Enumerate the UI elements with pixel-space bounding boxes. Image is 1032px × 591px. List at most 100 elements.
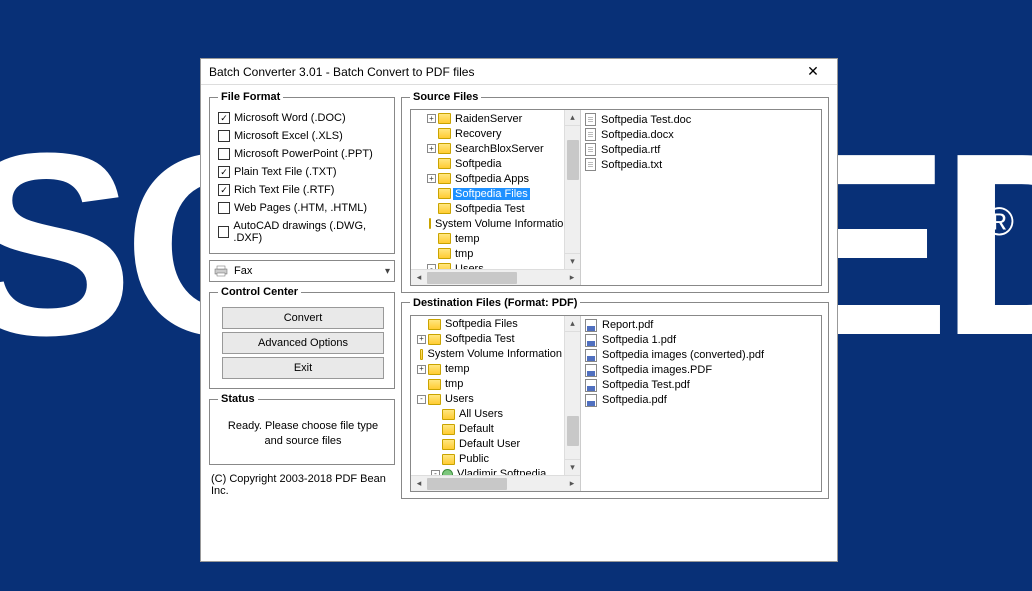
file-format-option[interactable]: ✓Plain Text File (.TXT) [218, 163, 388, 181]
tree-item[interactable]: Recovery [411, 126, 564, 141]
file-item[interactable]: Softpedia images (converted).pdf [585, 348, 817, 363]
scroll-down-icon[interactable]: ▾ [565, 253, 580, 269]
scrollbar-horizontal[interactable]: ◂ ▸ [411, 475, 580, 491]
tree-item-label: Default User [457, 438, 522, 450]
scrollbar-vertical[interactable]: ▴ ▾ [564, 316, 580, 475]
scrollbar-thumb[interactable] [567, 416, 579, 446]
checkbox[interactable]: ✓ [218, 184, 230, 196]
tree-item[interactable]: Softpedia Files [411, 317, 564, 332]
document-icon [585, 113, 596, 126]
destination-file-list[interactable]: Report.pdfSoftpedia 1.pdfSoftpedia image… [581, 316, 821, 491]
tree-item[interactable]: tmp [411, 246, 564, 261]
scrollbar-vertical[interactable]: ▴ ▾ [564, 110, 580, 269]
scroll-up-icon[interactable]: ▴ [565, 316, 580, 332]
checkbox[interactable]: ✓ [218, 166, 230, 178]
pdf-icon [585, 364, 597, 377]
file-item[interactable]: Softpedia 1.pdf [585, 333, 817, 348]
tree-item-label: SearchBloxServer [453, 143, 546, 155]
expand-icon[interactable]: + [417, 365, 426, 374]
tree-item[interactable]: -Vladimir Softpedia [411, 467, 564, 475]
file-name: Softpedia Test.doc [601, 114, 691, 126]
scrollbar-horizontal[interactable]: ◂ ▸ [411, 269, 580, 285]
checkbox[interactable]: ✓ [218, 112, 230, 124]
folder-icon [438, 233, 451, 244]
scrollbar-thumb[interactable] [427, 272, 517, 284]
tree-item[interactable]: -Users [411, 261, 564, 269]
printer-combo[interactable]: Fax ▾ [209, 260, 395, 282]
file-item[interactable]: Softpedia images.PDF [585, 363, 817, 378]
checkbox[interactable] [218, 202, 230, 214]
control-center-legend: Control Center [218, 286, 301, 298]
expand-icon[interactable]: + [427, 174, 436, 183]
tree-item[interactable]: Softpedia Files [411, 186, 564, 201]
tree-item[interactable]: temp [411, 231, 564, 246]
tree-item[interactable]: System Volume Information [411, 347, 564, 362]
tree-item[interactable]: All Users [411, 407, 564, 422]
scroll-down-icon[interactable]: ▾ [565, 459, 580, 475]
tree-item[interactable]: +Softpedia Test [411, 332, 564, 347]
file-name: Softpedia.pdf [602, 394, 667, 406]
scroll-left-icon[interactable]: ◂ [411, 476, 427, 491]
scrollbar-thumb[interactable] [567, 140, 579, 180]
tree-item[interactable]: +temp [411, 362, 564, 377]
tree-item-label: temp [453, 233, 481, 245]
tree-item[interactable]: +RaidenServer [411, 111, 564, 126]
folder-icon [438, 143, 451, 154]
status-group: Status Ready. Please choose file type an… [209, 393, 395, 465]
tree-item[interactable]: + SearchBloxServer [411, 141, 564, 156]
file-format-option[interactable]: Microsoft PowerPoint (.PPT) [218, 145, 388, 163]
tree-item[interactable]: tmp [411, 377, 564, 392]
checkbox[interactable] [218, 226, 229, 238]
file-item[interactable]: Softpedia.pdf [585, 393, 817, 408]
window-title: Batch Converter 3.01 - Batch Convert to … [209, 65, 797, 79]
advanced-options-button[interactable]: Advanced Options [222, 332, 384, 354]
checkbox[interactable] [218, 148, 230, 160]
tree-item[interactable]: Softpedia Test [411, 201, 564, 216]
titlebar[interactable]: Batch Converter 3.01 - Batch Convert to … [201, 59, 837, 85]
file-item[interactable]: Softpedia Test.pdf [585, 378, 817, 393]
tree-item[interactable]: Softpedia [411, 156, 564, 171]
checkbox[interactable] [218, 130, 230, 142]
file-format-option[interactable]: Web Pages (.HTM, .HTML) [218, 199, 388, 217]
expand-icon[interactable]: + [417, 335, 426, 344]
scroll-up-icon[interactable]: ▴ [565, 110, 580, 126]
tree-item[interactable]: Public [411, 452, 564, 467]
tree-item[interactable]: +Softpedia Apps [411, 171, 564, 186]
tree-item-label: Softpedia Files [453, 188, 530, 200]
close-icon[interactable]: ✕ [797, 62, 829, 82]
tree-item[interactable]: -Users [411, 392, 564, 407]
file-format-label: Web Pages (.HTM, .HTML) [234, 202, 367, 214]
status-legend: Status [218, 393, 258, 405]
file-item[interactable]: Report.pdf [585, 318, 817, 333]
file-item[interactable]: Softpedia Test.doc [585, 112, 817, 127]
source-tree-pane[interactable]: +RaidenServerRecovery+SearchBloxServerSo… [411, 110, 581, 285]
expand-icon[interactable]: + [427, 114, 436, 123]
scrollbar-thumb[interactable] [427, 478, 507, 490]
file-format-option[interactable]: ✓Microsoft Word (.DOC) [218, 109, 388, 127]
file-format-option[interactable]: ✓ Rich Text File (.RTF) [218, 181, 388, 199]
scroll-right-icon[interactable]: ▸ [564, 476, 580, 491]
file-item[interactable]: Softpedia.rtf [585, 142, 817, 157]
convert-button[interactable]: Convert [222, 307, 384, 329]
folder-icon [428, 334, 441, 345]
file-format-option[interactable]: Microsoft Excel (.XLS) [218, 127, 388, 145]
source-file-list[interactable]: Softpedia Test.docSoftpedia.docxSoftpedi… [581, 110, 821, 285]
tree-item-label: System Volume Information [433, 218, 564, 230]
scroll-left-icon[interactable]: ◂ [411, 270, 427, 285]
folder-icon [438, 113, 451, 124]
collapse-icon[interactable]: - [417, 395, 426, 404]
folder-icon [428, 364, 441, 375]
tree-item[interactable]: Default [411, 422, 564, 437]
pdf-icon [585, 379, 597, 392]
exit-button[interactable]: Exit [222, 357, 384, 379]
tree-item[interactable]: Default User [411, 437, 564, 452]
file-name: Softpedia images (converted).pdf [602, 349, 764, 361]
destination-tree-pane[interactable]: Softpedia Files+Softpedia TestSystem Vol… [411, 316, 581, 491]
file-item[interactable]: Softpedia.txt [585, 157, 817, 172]
file-format-label: Rich Text File (.RTF) [234, 184, 334, 196]
file-format-option[interactable]: AutoCAD drawings (.DWG, .DXF) [218, 217, 388, 247]
expand-icon[interactable]: + [427, 144, 436, 153]
scroll-right-icon[interactable]: ▸ [564, 270, 580, 285]
tree-item[interactable]: System Volume Information [411, 216, 564, 231]
file-item[interactable]: Softpedia.docx [585, 127, 817, 142]
